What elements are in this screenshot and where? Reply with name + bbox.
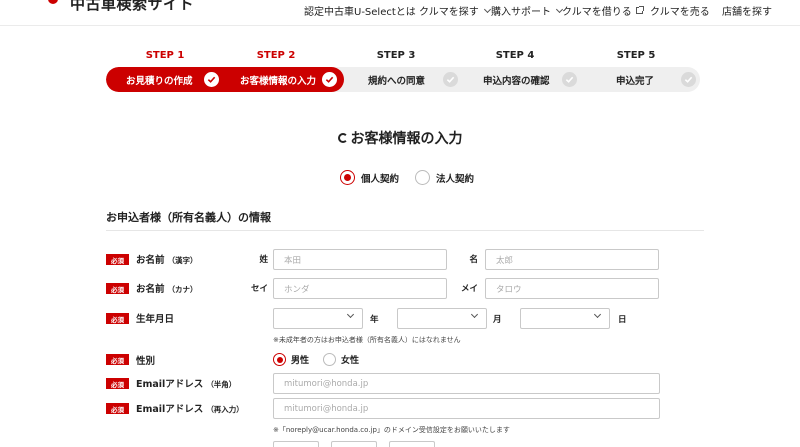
field-label: お名前 （漢字） <box>136 255 198 266</box>
section-title: お申込者様（所有名義人）の情報 <box>106 211 271 224</box>
step-number-2: STEP 2 <box>256 50 296 61</box>
birth-year-select[interactable] <box>273 308 363 329</box>
step-1: お見積りの作成 <box>126 67 193 92</box>
check-icon <box>562 72 577 87</box>
chevron-down-icon <box>483 5 491 13</box>
required-badge: 必須 <box>106 403 129 414</box>
required-badge: 必須 <box>106 254 129 265</box>
gender-group: 男性 女性 <box>273 353 359 366</box>
step-number-4: STEP 4 <box>495 50 535 61</box>
day-label: 日 <box>618 315 627 325</box>
step-name: 規約への同意 <box>368 75 426 87</box>
contract-type-group: 個人契約 法人契約 <box>340 170 474 185</box>
nav-item-rent-car[interactable]: クルマを借りる <box>562 3 644 18</box>
step-name: 申込内容の確認 <box>483 75 550 87</box>
year-label: 年 <box>370 315 379 325</box>
nav-item-find-store[interactable]: 店舗を探す <box>722 3 772 18</box>
step-number-3: STEP 3 <box>376 50 416 61</box>
global-nav: 認定中古車U-Selectとは クルマを探す 購入サポート クルマを借りる クル… <box>0 3 800 19</box>
email-confirm-input[interactable]: mitumori@honda.jp <box>273 398 660 419</box>
contract-type-corporate[interactable]: 法人契約 <box>415 170 474 185</box>
field-label: Emailアドレス （再入力） <box>136 404 244 415</box>
field-label: 性別 <box>136 356 156 367</box>
email-input[interactable]: mitumori@honda.jp <box>273 373 660 394</box>
required-badge: 必須 <box>106 378 129 389</box>
check-icon <box>204 72 219 87</box>
month-label: 月 <box>493 315 502 325</box>
check-icon <box>322 72 337 87</box>
sei-label: セイ <box>250 284 268 294</box>
birth-day-select[interactable] <box>520 308 610 329</box>
step-number-1: STEP 1 <box>145 50 185 61</box>
birth-month-select[interactable] <box>397 308 487 329</box>
phone-input-1[interactable] <box>273 441 319 447</box>
radio-button[interactable] <box>323 353 337 366</box>
field-label: お名前 （カナ） <box>136 284 198 295</box>
step-4: 申込内容の確認 <box>483 67 550 92</box>
gender-male[interactable]: 男性 <box>273 353 309 366</box>
first-name-kanji-input[interactable]: 太郎 <box>485 249 659 270</box>
section-divider <box>106 230 704 231</box>
step-name: お客様情報の入力 <box>240 75 317 87</box>
last-name-kana-input[interactable]: ホンダ <box>273 278 447 299</box>
chevron-down-icon <box>346 310 355 319</box>
radio-button[interactable] <box>273 353 286 366</box>
chevron-down-icon <box>593 310 602 319</box>
mei-label: メイ <box>460 284 478 294</box>
check-icon <box>681 72 696 87</box>
field-label: Emailアドレス （半角） <box>136 379 237 390</box>
check-icon <box>443 72 458 87</box>
phone-input-2[interactable] <box>331 441 377 447</box>
progress-stepper: お見積りの作成 お客様情報の入力 規約への同意 申込内容の確認 申込完了 <box>106 67 700 92</box>
birthdate-note: ※未成年者の方はお申込者様（所有名義人）にはなれません <box>273 336 461 344</box>
first-name-kana-input[interactable]: タロウ <box>485 278 659 299</box>
phone-input-3[interactable] <box>389 441 435 447</box>
page-title: お客様情報の入力 <box>337 128 463 148</box>
field-label: 生年月日 <box>136 314 175 325</box>
radio-button[interactable] <box>340 170 355 185</box>
radio-button[interactable] <box>415 170 431 185</box>
step-number-row: STEP 1 STEP 2 STEP 3 STEP 4 STEP 5 <box>0 50 800 62</box>
nav-item-purchase-support[interactable]: 購入サポート <box>491 3 564 18</box>
mei-label: 名 <box>469 255 478 265</box>
step-name: 申込完了 <box>616 75 655 87</box>
step-number-5: STEP 5 <box>616 50 656 61</box>
nav-item-find-car[interactable]: クルマを探す <box>419 3 491 18</box>
step-name: お見積りの作成 <box>126 75 193 87</box>
chevron-down-icon <box>470 310 479 319</box>
required-badge: 必須 <box>106 354 129 365</box>
site-header: 中古車検索サイト 認定中古車U-Selectとは クルマを探す 購入サポート ク… <box>0 0 800 26</box>
gender-female[interactable]: 女性 <box>323 353 359 366</box>
step-2: お客様情報の入力 <box>240 67 316 92</box>
sei-label: 姓 <box>259 255 268 265</box>
last-name-kanji-input[interactable]: 本田 <box>273 249 447 270</box>
title-bullet-icon <box>337 133 348 143</box>
required-badge: 必須 <box>106 283 129 294</box>
contract-type-individual[interactable]: 個人契約 <box>340 170 399 185</box>
page-title-container: お客様情報の入力 <box>0 128 800 148</box>
step-3: 規約への同意 <box>368 67 425 92</box>
step-5: 申込完了 <box>616 67 654 92</box>
email-domain-note: ※「noreply@ucar.honda.co.jp」のドメイン受信設定をお願い… <box>273 426 510 434</box>
nav-item-sell-car[interactable]: クルマを売る <box>650 3 710 18</box>
nav-item-about-uselect[interactable]: 認定中古車U-Selectとは <box>304 3 416 18</box>
external-link-icon <box>635 6 644 14</box>
required-badge: 必須 <box>106 313 129 324</box>
